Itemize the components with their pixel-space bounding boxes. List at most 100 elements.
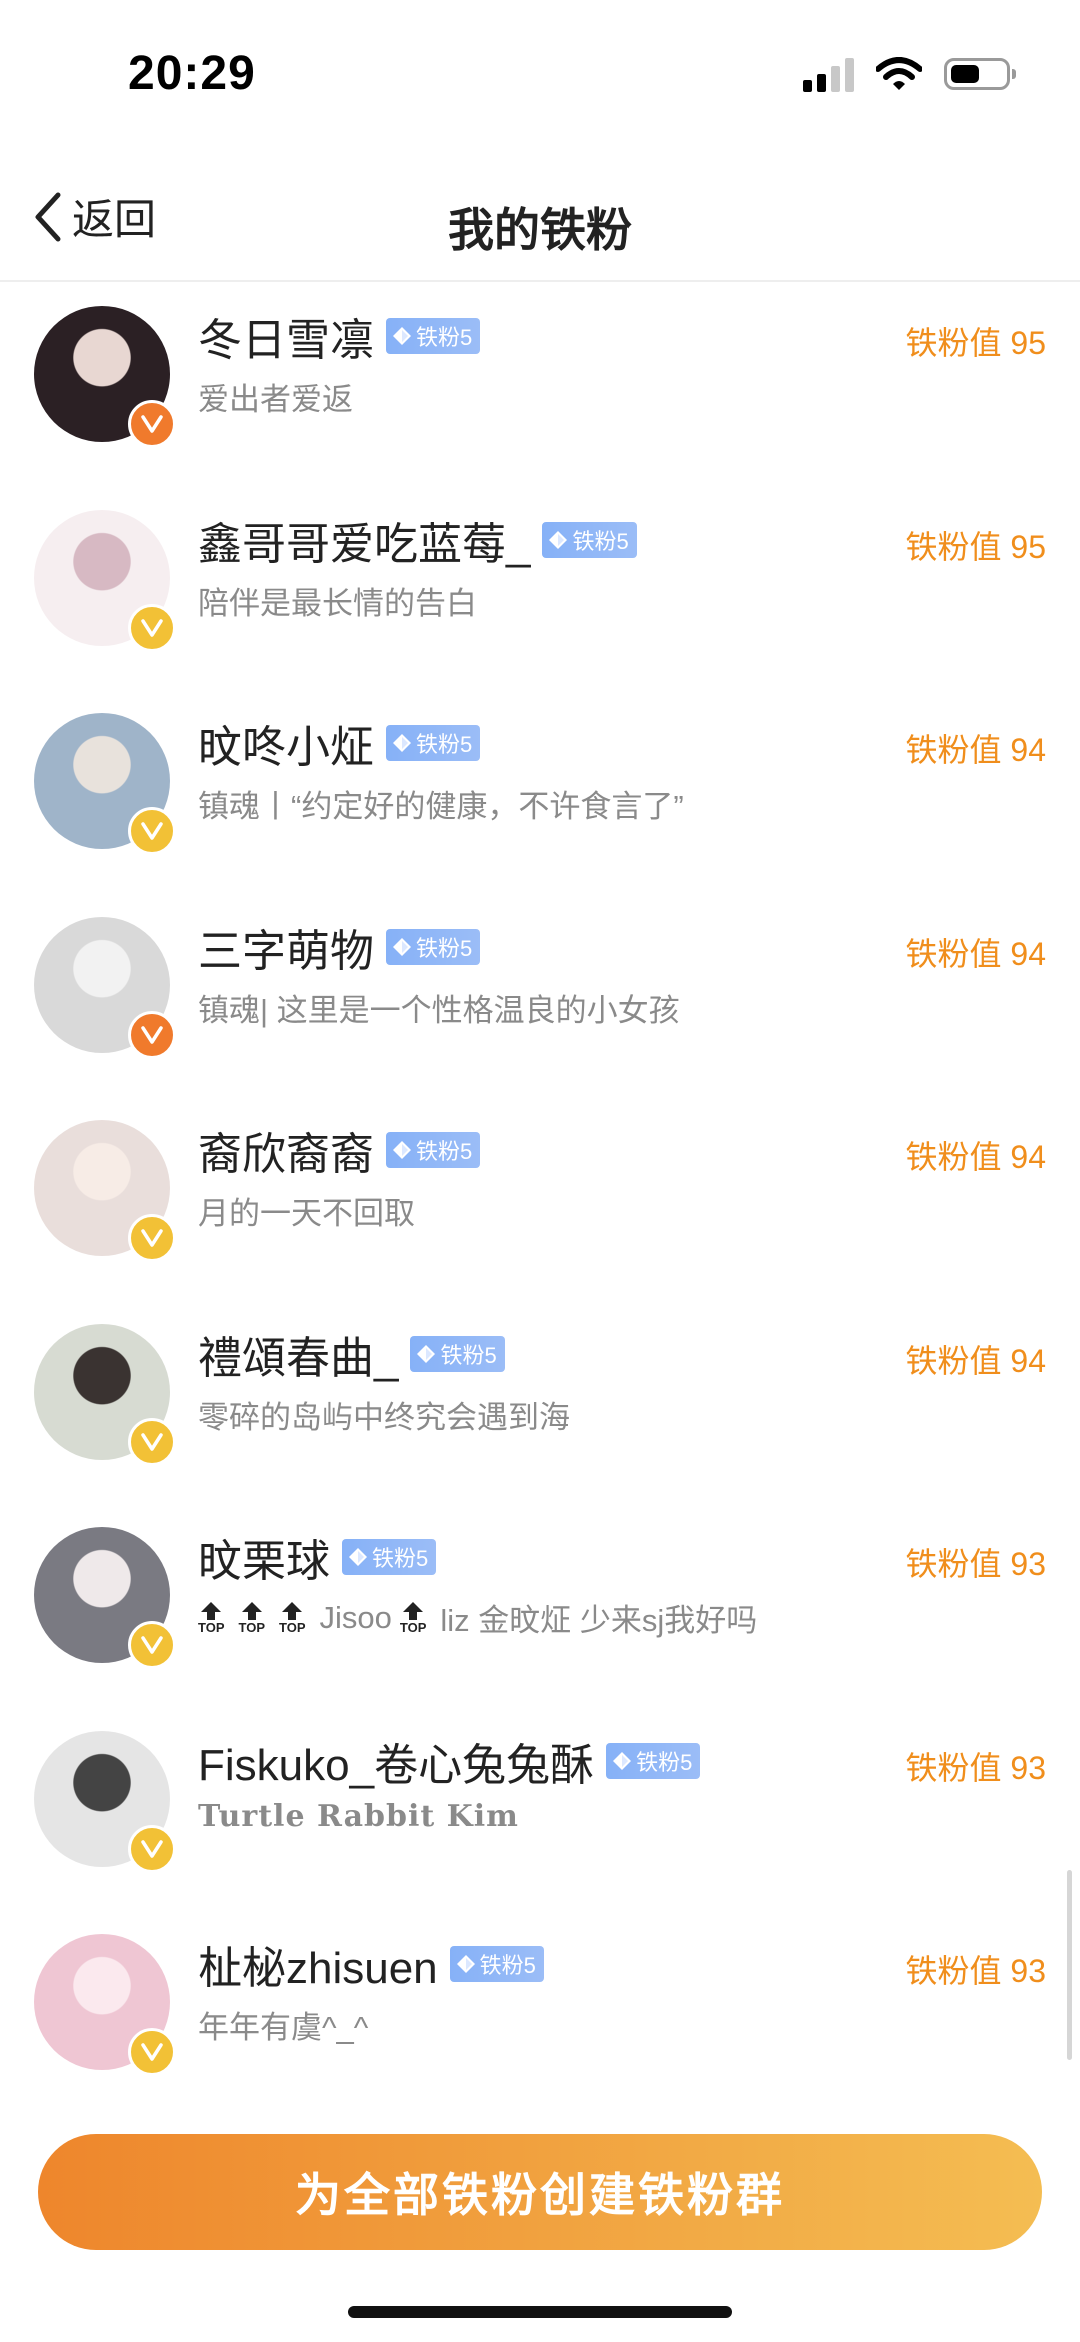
home-indicator[interactable] xyxy=(348,2306,732,2318)
fan-name[interactable]: 三字萌物 xyxy=(198,915,374,979)
fan-list: 冬日雪凛 铁粉5 铁粉值 95 爱出者爱返 鑫哥哥爱吃蓝莓_ 铁粉5 铁粉值 95 陪伴是最长… xyxy=(0,282,1080,2114)
fan-bio: 月的一天不回取 xyxy=(198,1196,415,1231)
fan-row[interactable]: 旼咚小炡 铁粉5 铁粉值 94 镇魂丨“约定好的健康，不许食言了” xyxy=(0,689,1080,893)
fan-level-badge: 铁粉5 xyxy=(449,1946,544,1982)
diamond-icon xyxy=(349,1548,367,1566)
fan-score: 铁粉值 94 xyxy=(905,1139,1047,1175)
fan-bio: 爱出者爱返 xyxy=(198,382,353,417)
fan-level-badge: 铁粉5 xyxy=(606,1742,701,1779)
diamond-icon xyxy=(393,734,411,752)
scrollbar[interactable] xyxy=(1067,1870,1072,2060)
fan-name[interactable]: 杫柲zhisuen xyxy=(198,1932,438,1996)
fan-level-label: 铁粉5 xyxy=(479,1953,536,1978)
wifi-icon xyxy=(876,57,922,90)
fan-name[interactable]: 旼栗球 xyxy=(198,1525,330,1589)
fan-row[interactable]: 旼栗球 铁粉5 铁粉值 93 TOP TOP TOP Jisoo TOP liz 金旼炡 少来s… xyxy=(0,1503,1080,1707)
fan-row[interactable]: 禮頌春曲_ 铁粉5 铁粉值 94 零碎的岛屿中终究会遇到海 xyxy=(0,1300,1080,1504)
fan-score: 铁粉值 94 xyxy=(905,1342,1047,1379)
fan-level-badge: 铁粉5 xyxy=(342,1539,437,1575)
fan-row[interactable]: 冬日雪凛 铁粉5 铁粉值 95 爱出者爱返 xyxy=(0,282,1080,486)
fan-score: 铁粉值 93 xyxy=(905,1546,1047,1582)
create-fan-group-label: 为全部铁粉创建铁粉群 xyxy=(295,2169,785,2221)
verified-v-icon xyxy=(128,1824,176,1873)
fan-name[interactable]: 裔欣裔裔 xyxy=(198,1118,374,1182)
fan-row[interactable]: Fiskuko_卷心兔兔酥 铁粉5 铁粉值 93 Turtle Rabbit Kim xyxy=(0,1707,1080,1911)
fan-level-label: 铁粉5 xyxy=(416,1139,473,1164)
fan-score: 铁粉值 95 xyxy=(905,528,1047,565)
verified-v-icon xyxy=(128,1417,176,1466)
fan-level-badge: 铁粉5 xyxy=(386,928,481,965)
status-bar: 20:29 xyxy=(0,0,1080,150)
fan-level-label: 铁粉5 xyxy=(416,732,473,757)
top-arrow-icon: TOP xyxy=(198,1601,225,1634)
fan-level-label: 铁粉5 xyxy=(440,1342,497,1368)
bio-text: liz 金旼炡 少来sj我好吗 xyxy=(440,1603,758,1638)
fan-name[interactable]: 旼咚小炡 xyxy=(198,711,374,775)
fan-bio: Turtle Rabbit Kim xyxy=(198,1798,519,1834)
fan-bio: 镇魂| 这里是一个性格温良的小女孩 xyxy=(198,992,680,1028)
fan-bio: 陪伴是最长情的告白 xyxy=(198,585,477,621)
fan-level-badge: 铁粉5 xyxy=(386,318,481,354)
fan-row[interactable]: 杫柲zhisuen 铁粉5 铁粉值 93 年年有虞^_^ xyxy=(0,1910,1080,2114)
diamond-icon xyxy=(393,937,411,956)
fan-bio: TOP TOP TOP Jisoo TOP liz 金旼炡 少来sj我好吗 xyxy=(198,1595,757,1640)
diamond-icon xyxy=(393,327,411,345)
name-line: 裔欣裔裔 铁粉5 xyxy=(198,1118,481,1182)
top-arrow-icon: TOP xyxy=(239,1601,265,1634)
fan-level-label: 铁粉5 xyxy=(416,325,473,350)
diamond-icon xyxy=(417,1344,436,1363)
fan-score: 铁粉值 95 xyxy=(905,325,1047,361)
page-title: 我的铁粉 xyxy=(448,204,632,256)
fan-name[interactable]: 禮頌春曲_ xyxy=(198,1322,398,1386)
name-line: 鑫哥哥爱吃蓝莓_ 铁粉5 xyxy=(198,510,637,570)
fan-row[interactable]: 鑫哥哥爱吃蓝莓_ 铁粉5 铁粉值 95 陪伴是最长情的告白 xyxy=(0,486,1080,690)
status-icons xyxy=(803,56,1016,92)
fan-level-badge: 铁粉5 xyxy=(542,521,637,558)
fan-level-label: 铁粉5 xyxy=(416,935,473,961)
fan-level-label: 铁粉5 xyxy=(572,528,629,554)
verified-v-icon xyxy=(128,400,176,448)
name-line: 旼栗球 铁粉5 xyxy=(198,1525,437,1589)
battery-icon xyxy=(944,58,1016,90)
fan-bio: 零碎的岛屿中终究会遇到海 xyxy=(198,1399,570,1435)
name-line: 杫柲zhisuen 铁粉5 xyxy=(198,1934,544,1994)
fan-level-badge: 铁粉5 xyxy=(410,1335,505,1372)
fan-bio: 镇魂丨“约定好的健康，不许食言了” xyxy=(198,789,684,824)
diamond-icon xyxy=(613,1751,632,1770)
name-line: Fiskuko_卷心兔兔酥 铁粉5 xyxy=(198,1729,701,1793)
fan-score: 铁粉值 93 xyxy=(905,1953,1047,1989)
bio-text: Jisoo xyxy=(319,1599,392,1635)
diamond-icon xyxy=(549,530,568,549)
verified-v-icon xyxy=(128,1214,176,1262)
diamond-icon xyxy=(456,1955,475,1973)
fan-bio: 年年有虞^_^ xyxy=(198,2010,369,2045)
fan-name[interactable]: Fiskuko_卷心兔兔酥 xyxy=(198,1729,594,1793)
name-line: 三字萌物 铁粉5 xyxy=(198,915,481,979)
create-fan-group-button[interactable]: 为全部铁粉创建铁粉群 xyxy=(38,2134,1042,2250)
diamond-icon xyxy=(393,1141,411,1159)
name-line: 禮頌春曲_ 铁粉5 xyxy=(198,1324,505,1384)
fan-level-badge: 铁粉5 xyxy=(386,725,481,761)
fan-row[interactable]: 裔欣裔裔 铁粉5 铁粉值 94 月的一天不回取 xyxy=(0,1096,1080,1300)
top-arrow-icon: TOP xyxy=(279,1601,306,1634)
top-arrow-icon: TOP xyxy=(400,1601,426,1634)
fan-name[interactable]: 冬日雪凛 xyxy=(198,304,374,368)
verified-v-icon xyxy=(128,2028,176,2076)
fan-score: 铁粉值 94 xyxy=(905,935,1047,972)
fan-level-label: 铁粉5 xyxy=(372,1546,429,1571)
name-line: 冬日雪凛 铁粉5 xyxy=(198,304,481,368)
name-line: 旼咚小炡 铁粉5 xyxy=(198,711,481,775)
fan-score: 铁粉值 93 xyxy=(905,1749,1047,1786)
verified-v-icon xyxy=(128,1621,176,1669)
fan-score: 铁粉值 94 xyxy=(905,732,1047,768)
verified-v-icon xyxy=(128,603,176,652)
status-time: 20:29 xyxy=(128,47,256,100)
verified-v-icon xyxy=(128,1010,176,1059)
fan-level-badge: 铁粉5 xyxy=(386,1132,481,1168)
fan-level-label: 铁粉5 xyxy=(636,1749,693,1775)
fan-row[interactable]: 三字萌物 铁粉5 铁粉值 94 镇魂| 这里是一个性格温良的小女孩 xyxy=(0,893,1080,1097)
verified-v-icon xyxy=(128,807,176,855)
cellular-signal-icon xyxy=(803,56,854,92)
nav-bar: 返回 我的铁粉 xyxy=(0,150,1080,282)
fan-name[interactable]: 鑫哥哥爱吃蓝莓_ xyxy=(198,508,530,572)
